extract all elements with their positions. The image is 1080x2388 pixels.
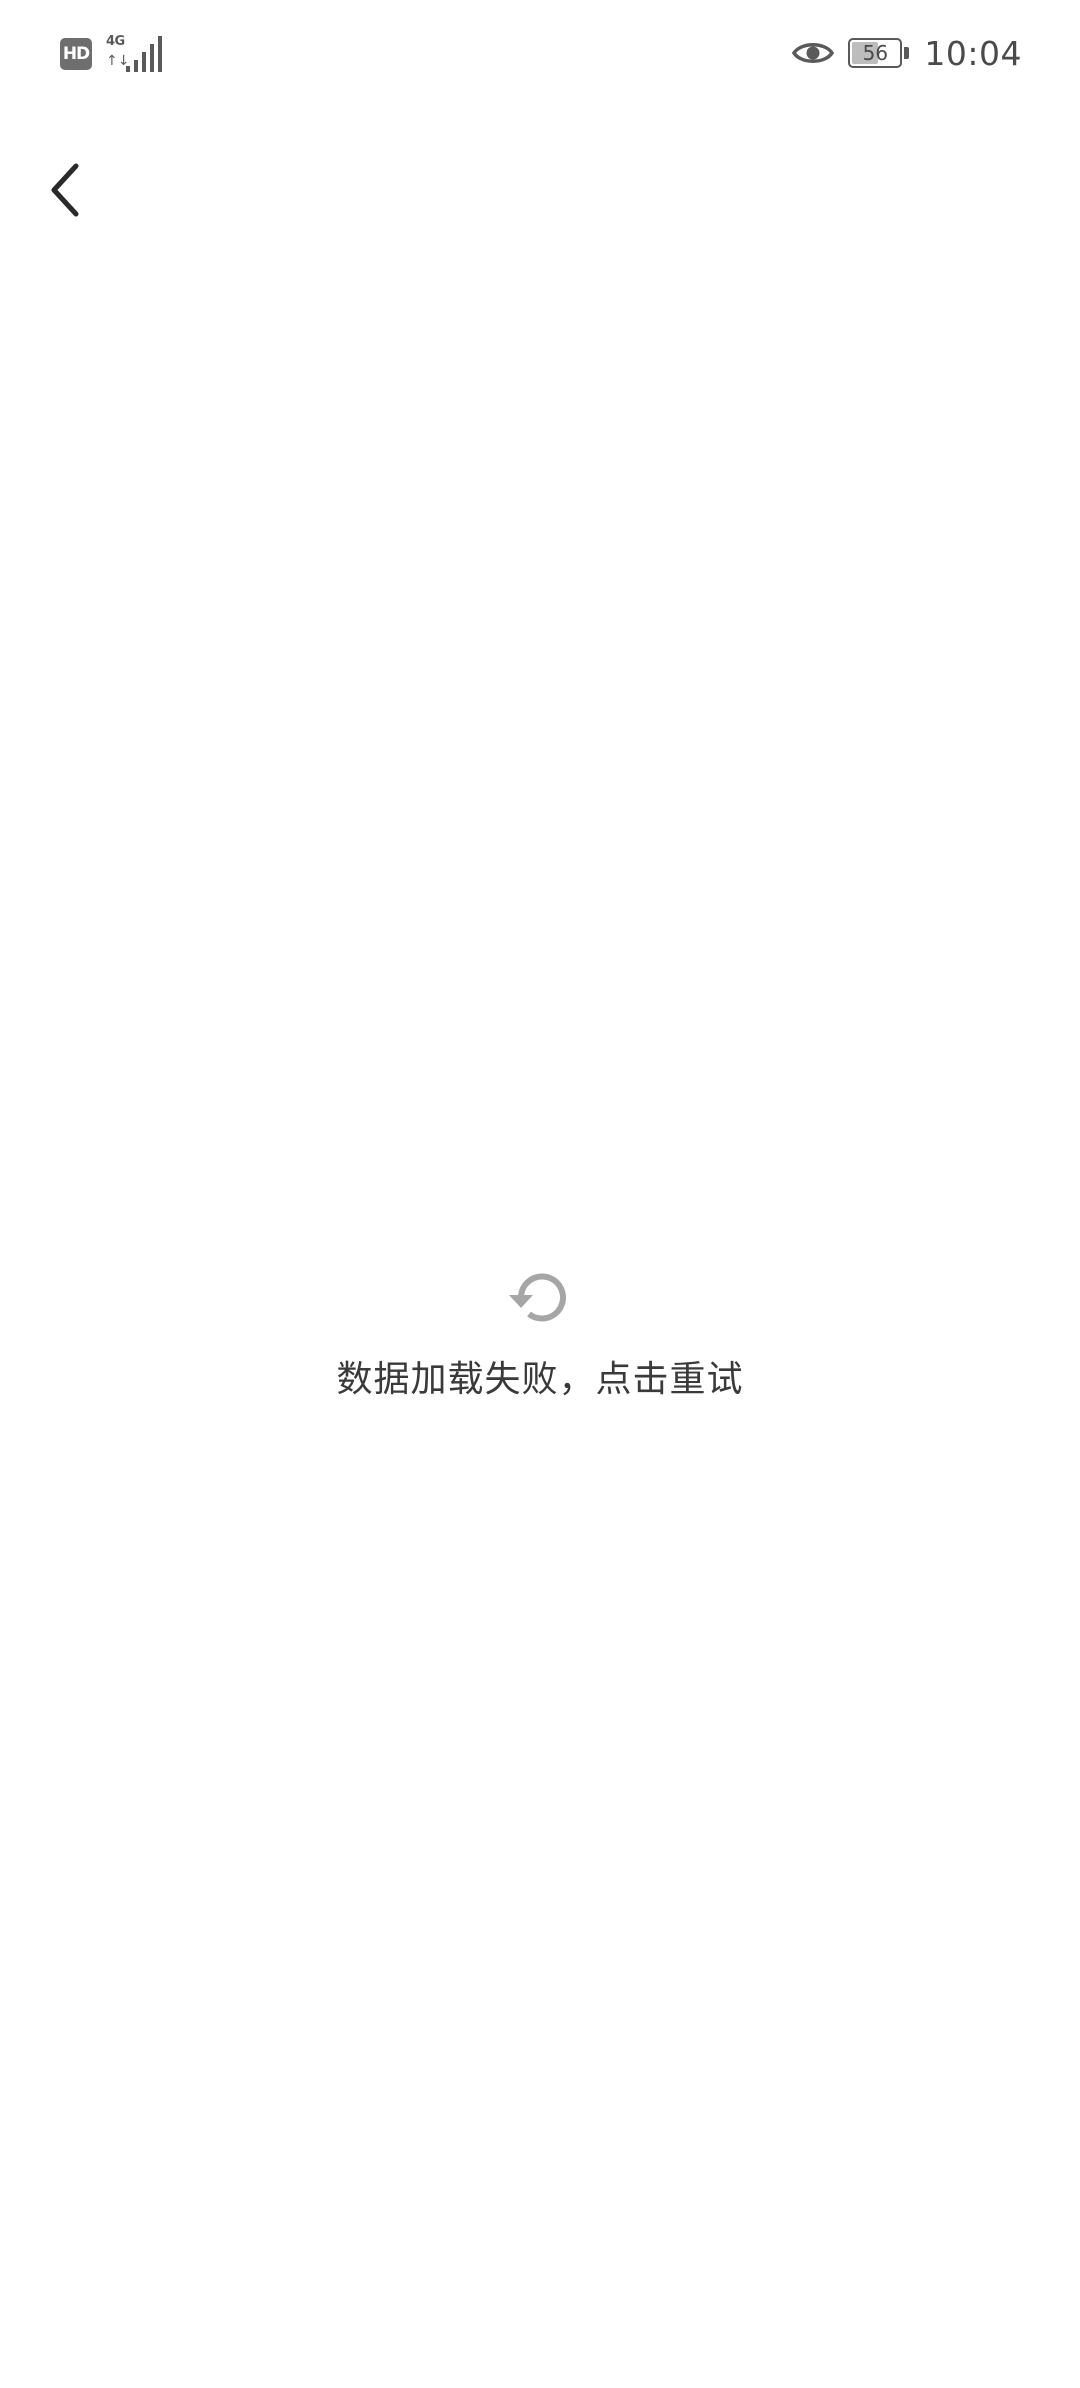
error-message[interactable]: 数据加载失败，点击重试 <box>336 1350 743 1402</box>
hd-icon: HD <box>60 38 92 70</box>
retry-area[interactable]: 数据加载失败，点击重试 <box>0 1262 1080 1402</box>
status-left-group: HD 4G ↑↓ <box>60 34 164 74</box>
clock: 10:04 <box>924 33 1022 73</box>
network-type-label: 4G <box>106 34 125 49</box>
eye-icon <box>792 43 835 63</box>
signal-icon: 4G ↑↓ <box>104 34 164 74</box>
battery-level: 56 <box>862 41 889 65</box>
back-button[interactable] <box>34 150 98 230</box>
chevron-left-icon[interactable] <box>46 160 86 220</box>
battery-icon: 56 <box>848 38 910 68</box>
status-right-group: 56 10:04 <box>792 28 1022 78</box>
status-bar: HD 4G ↑↓ 56 10:04 <box>0 0 1080 108</box>
signal-bars-icon <box>126 36 162 72</box>
refresh-icon[interactable] <box>505 1262 575 1332</box>
